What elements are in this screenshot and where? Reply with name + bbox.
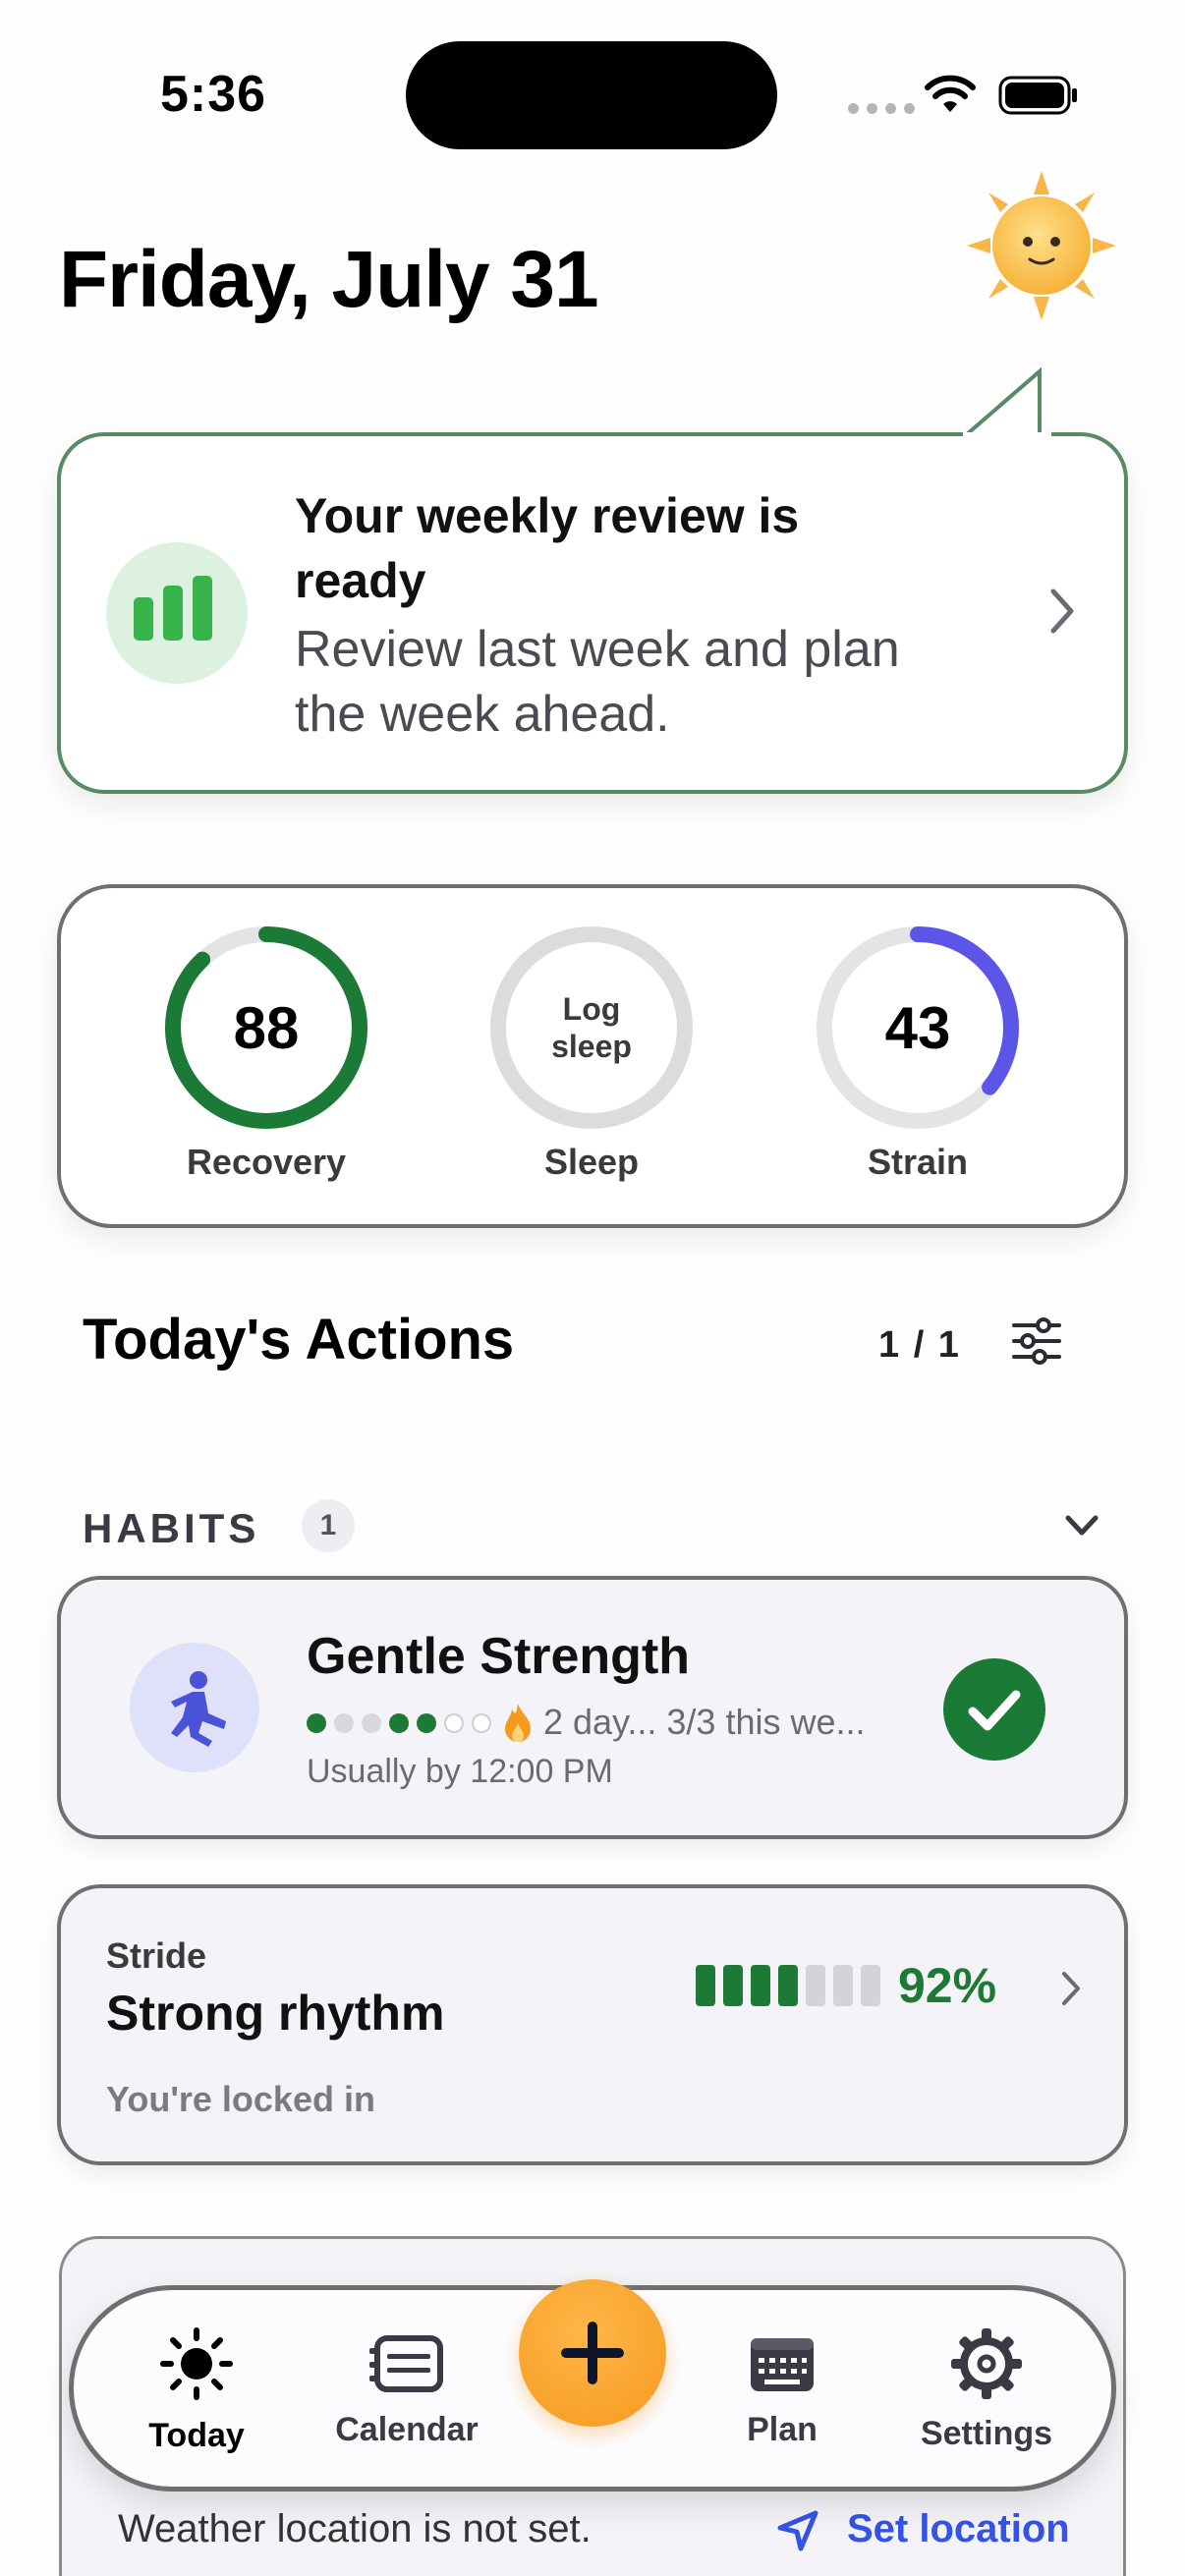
stride-progress-bars <box>696 1965 880 2006</box>
recovery-label: Recovery <box>186 1142 347 1182</box>
page-title: Friday, July 31 <box>59 235 599 324</box>
strain-value: 43 <box>884 995 951 1061</box>
stride-bar-segment <box>723 1965 743 2006</box>
tab-label: Settings <box>920 2415 1053 2452</box>
stride-bar-segment <box>751 1965 770 2006</box>
habit-complete-button[interactable] <box>943 1658 1045 1761</box>
recovery-value: 88 <box>233 995 300 1061</box>
habit-week-dots <box>307 1713 491 1733</box>
wifi-icon <box>925 75 976 112</box>
set-location-link[interactable]: Set location <box>847 2507 1070 2551</box>
battery-icon <box>998 76 1077 115</box>
stride-bar-segment <box>778 1965 798 2006</box>
stride-bar-segment <box>861 1965 880 2006</box>
keyboard-icon <box>751 2338 814 2391</box>
review-subtitle: Review last week and plan the week ahead… <box>295 621 900 743</box>
tab-label: Calendar <box>335 2411 479 2448</box>
chevron-right-icon <box>1062 1972 1080 2005</box>
tab-settings[interactable]: Settings <box>898 2324 1075 2462</box>
stride-bar-segment <box>696 1965 715 2006</box>
bar-chart-icon <box>106 542 248 684</box>
exercise-lunge-icon <box>130 1643 259 1772</box>
tab-plan[interactable]: Plan <box>694 2324 871 2462</box>
status-time: 5:36 <box>160 66 267 123</box>
log-sleep-line2: sleep <box>551 1029 632 1064</box>
checkmark-icon <box>968 1690 1021 1731</box>
sleep-label: Sleep <box>543 1142 640 1182</box>
habits-count-badge: 1 <box>302 1499 355 1552</box>
tab-calendar[interactable]: Calendar <box>318 2324 495 2462</box>
actions-count: 1 / 1 <box>878 1324 961 1366</box>
section-title-actions: Today's Actions <box>83 1308 515 1372</box>
speech-bubble-tail <box>963 367 1051 438</box>
tab-label: Today <box>148 2417 245 2454</box>
plus-icon <box>561 2322 624 2384</box>
stride-label: Stride <box>106 1935 207 1976</box>
habit-usual-time: Usually by 12:00 PM <box>307 1753 613 1790</box>
flame-icon <box>505 1704 531 1742</box>
sun-mascot-icon[interactable] <box>963 167 1120 324</box>
calendar-icon <box>369 2335 443 2392</box>
add-button[interactable] <box>519 2279 666 2427</box>
cellular-signal-icon <box>848 103 915 114</box>
gear-icon <box>951 2328 1022 2399</box>
strain-label: Strain <box>867 1142 969 1182</box>
habits-section-label: HABITS <box>83 1505 260 1551</box>
weather-message: Weather location is not set. <box>118 2507 592 2550</box>
location-arrow-icon[interactable] <box>776 2509 819 2552</box>
stride-subtitle: You're locked in <box>106 2079 375 2119</box>
habit-name: Gentle Strength <box>307 1628 691 1685</box>
filter-sliders-icon[interactable] <box>1010 1316 1063 1366</box>
stride-bar-segment <box>806 1965 825 2006</box>
tab-label: Plan <box>747 2411 818 2448</box>
habit-streak-text: 2 day... 3/3 this we... <box>543 1702 866 1742</box>
sun-icon <box>160 2327 233 2400</box>
dynamic-island <box>406 41 777 149</box>
stride-percent: 92% <box>898 1958 997 2013</box>
log-sleep-line1: Log <box>562 991 621 1027</box>
stride-bar-segment <box>833 1965 853 2006</box>
chevron-down-icon[interactable] <box>1064 1513 1100 1539</box>
stride-title: Strong rhythm <box>106 1986 445 2041</box>
chevron-right-icon <box>1050 588 1074 634</box>
tab-today[interactable]: Today <box>108 2324 285 2462</box>
review-title: Your weekly review is ready <box>295 488 800 608</box>
